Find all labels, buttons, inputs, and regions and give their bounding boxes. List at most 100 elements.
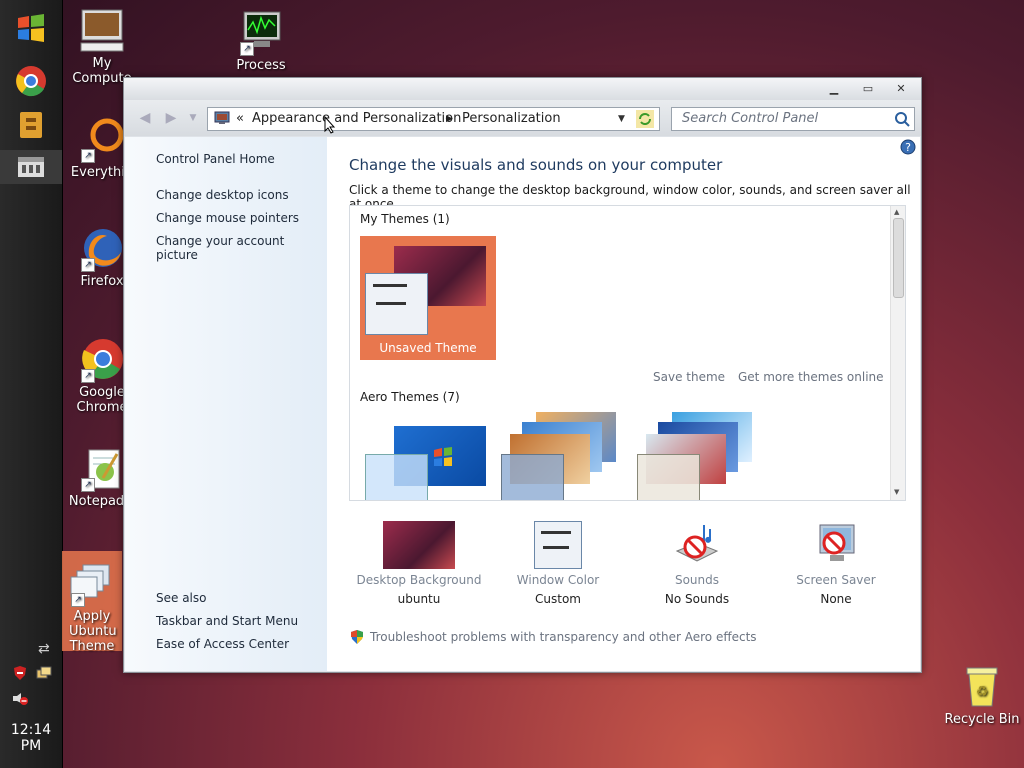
help-icon[interactable]: ? [900, 139, 916, 155]
change-mouse-pointers-link[interactable]: Change mouse pointers [156, 211, 299, 225]
address-toolbar: ◀ ▶ ▼ « Appearance and Personalization ▶… [124, 100, 921, 136]
aero-themes-heading: Aero Themes (7) [360, 390, 460, 404]
window-color-icon [534, 521, 582, 569]
window-color-option[interactable]: Window Color Custom [488, 521, 628, 606]
change-desktop-icons-link[interactable]: Change desktop icons [156, 188, 289, 202]
shortcut-arrow-icon: ↗ [240, 42, 254, 56]
close-button[interactable]: ✕ [890, 82, 912, 96]
address-dropdown-icon[interactable]: ▼ [618, 108, 625, 130]
back-arrow-icon[interactable]: ◀ [136, 109, 154, 127]
search-placeholder: Search Control Panel [682, 111, 819, 126]
theme-window-preview [501, 454, 564, 500]
desktop-icon-label: Apply Ubuntu Theme [69, 609, 117, 654]
save-theme-link[interactable]: Save theme [653, 370, 725, 384]
screen-saver-label: Screen Saver [796, 573, 876, 587]
firefox-icon: ↗ [79, 226, 125, 272]
theme-window-preview [365, 273, 428, 335]
screen-saver-option[interactable]: Screen Saver None [766, 521, 906, 606]
theme-gallery: My Themes (1) Unsaved Theme Save theme G… [349, 205, 906, 501]
archive-icon[interactable] [14, 108, 48, 142]
network-tray-icon[interactable] [36, 665, 52, 681]
my-themes-heading: My Themes (1) [360, 212, 450, 226]
window-titlebar[interactable]: ▁ ▭ ✕ [124, 78, 921, 100]
minimize-button[interactable]: ▁ [823, 82, 845, 96]
aero-theme-characters[interactable] [632, 408, 768, 500]
shortcut-arrow-icon: ↗ [81, 369, 95, 383]
sounds-option[interactable]: Sounds No Sounds [627, 521, 767, 606]
taskbar-start-menu-link[interactable]: Taskbar and Start Menu [156, 614, 298, 628]
theme-window-preview [365, 454, 428, 500]
shield-tray-icon[interactable] [12, 665, 28, 681]
sounds-disabled-icon [673, 521, 721, 569]
scroll-up-icon[interactable]: ▲ [894, 208, 899, 216]
screen-saver-value: None [820, 592, 852, 606]
theme-windows-icon: ↗ [69, 561, 115, 607]
shortcut-arrow-icon: ↗ [71, 593, 85, 607]
process-monitor-icon: ↗ [238, 10, 284, 56]
breadcrumb-personalization[interactable]: Personalization [462, 108, 561, 130]
desktop-background-value: ubuntu [397, 592, 441, 606]
shortcut-arrow-icon: ↗ [81, 258, 95, 272]
address-bar[interactable]: « Appearance and Personalization ▶ Perso… [207, 107, 660, 131]
window-color-label: Window Color [516, 573, 600, 587]
search-input[interactable]: Search Control Panel [671, 107, 915, 131]
everything-search-icon: ↗ [79, 117, 125, 163]
svg-text:♻: ♻ [976, 684, 989, 700]
forward-arrow-icon[interactable]: ▶ [162, 109, 180, 127]
desktop-icon-process[interactable]: ↗ Process [221, 10, 301, 73]
sounds-value: No Sounds [664, 592, 730, 606]
desktop-background-thumbnail [383, 521, 455, 569]
taskbar: ⇄ 12:14 PM [0, 0, 63, 768]
sounds-label: Sounds [674, 573, 720, 587]
desktop-background-label: Desktop Background [356, 573, 482, 587]
troubleshoot-aero-link[interactable]: Troubleshoot problems with transparency … [370, 630, 757, 644]
windows-logo-icon[interactable] [14, 12, 48, 46]
screen-saver-disabled-icon [812, 521, 860, 569]
window-color-value: Custom [535, 592, 581, 606]
get-more-themes-link[interactable]: Get more themes online [738, 370, 884, 384]
unsaved-theme-label: Unsaved Theme [379, 341, 477, 355]
search-icon[interactable] [894, 111, 910, 127]
refresh-icon[interactable] [636, 110, 654, 128]
desktop-icon-recycle-bin[interactable]: ♻ Recycle Bin [940, 664, 1024, 727]
scrollbar-thumb[interactable] [893, 218, 904, 298]
aero-theme-windows7[interactable] [360, 418, 496, 500]
gallery-scrollbar[interactable]: ▲ ▼ [890, 206, 905, 500]
main-content: ? Change the visuals and sounds on your … [327, 137, 920, 671]
personalization-window: ▁ ▭ ✕ ◀ ▶ ▼ « Appearance and Personaliza… [123, 77, 922, 673]
desktop-background-option[interactable]: Desktop Background ubuntu [349, 521, 489, 606]
mouse-cursor-icon [324, 115, 336, 134]
see-also-heading: See also [156, 591, 207, 605]
aero-theme-architecture[interactable] [496, 408, 632, 500]
recycle-bin-icon: ♻ [959, 664, 1005, 710]
svg-text:?: ? [905, 141, 911, 154]
maximize-button[interactable]: ▭ [857, 82, 879, 96]
chrome-icon: ↗ [79, 337, 125, 383]
shortcut-arrow-icon: ↗ [81, 478, 95, 492]
control-panel-home-link[interactable]: Control Panel Home [156, 152, 275, 166]
page-title: Change the visuals and sounds on your co… [349, 156, 723, 174]
desktop-icon-label: Recycle Bin [944, 712, 1020, 727]
theme-window-preview [637, 454, 700, 500]
volume-muted-icon[interactable] [12, 690, 28, 706]
arrows-icon[interactable]: ⇄ [38, 640, 56, 658]
computer-icon [79, 8, 125, 54]
notepad-plus-icon: ↗ [79, 446, 125, 492]
control-panel-icon [214, 111, 230, 125]
breadcrumb-overflow[interactable]: « [236, 108, 244, 130]
task-pane: Control Panel Home Change desktop icons … [125, 137, 327, 671]
taskbar-clock[interactable]: 12:14 PM [0, 722, 62, 754]
change-account-picture-link[interactable]: Change your account picture [156, 234, 327, 262]
ease-of-access-link[interactable]: Ease of Access Center [156, 637, 289, 651]
shortcut-arrow-icon: ↗ [81, 149, 95, 163]
breadcrumb-appearance[interactable]: Appearance and Personalization [252, 108, 461, 130]
unsaved-theme-tile[interactable]: Unsaved Theme [360, 236, 496, 360]
scroll-down-icon[interactable]: ▼ [894, 488, 899, 496]
desktop-icon-my-computer[interactable]: My Compute [62, 8, 142, 86]
breadcrumb-separator-icon[interactable]: ▶ [446, 108, 453, 130]
taskbar-window-button[interactable] [0, 150, 62, 184]
desktop-icon-apply-ubuntu-theme[interactable]: ↗ Apply Ubuntu Theme [62, 551, 122, 654]
desktop-icon-label: Process [236, 58, 286, 73]
recent-pages-chevron-icon[interactable]: ▼ [184, 109, 202, 127]
chrome-icon[interactable] [14, 64, 48, 98]
